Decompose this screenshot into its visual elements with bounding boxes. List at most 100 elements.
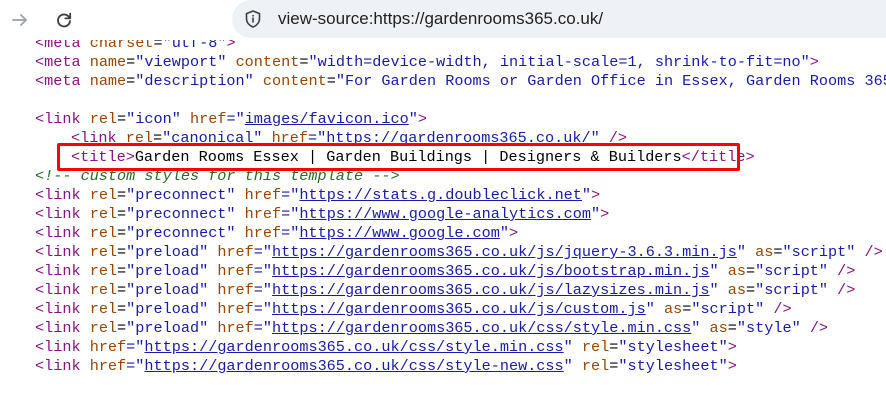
eq-token: = [117,205,127,223]
value-token: "width=device-width, initial-scale=1, sh… [308,53,810,71]
eq-token: =" [281,205,300,223]
tag-close: /> [764,300,792,318]
source-link[interactable]: https://gardenrooms365.co.uk/js/bootstra… [272,262,709,280]
attr-token: rel [89,205,118,223]
source-line: <link rel="preload" href="https://garden… [35,319,828,338]
tag-token: <meta [35,53,81,71]
source-line: <meta name="description" content="For Ga… [35,72,886,91]
tag-token: <link [35,300,81,318]
source-line: <link rel="icon" href="images/favicon.ic… [35,110,427,129]
value-token: "script" [755,262,829,280]
source-link[interactable]: https://gardenrooms365.co.uk/js/custom.j… [272,300,646,318]
tag-close: > [809,53,819,71]
source-link[interactable]: https://gardenrooms365.co.uk/css/style-n… [144,357,563,375]
eq-token: =" [226,110,245,128]
source-line: <link rel="preconnect" href="https://www… [35,205,609,224]
attr-token: content [262,72,327,90]
eq-token: = [682,300,692,318]
value-token: "icon" [126,110,181,128]
source-line: <link rel="preload" href="https://garden… [35,300,792,319]
forward-button[interactable] [4,4,36,36]
source-line: <link rel="preload" href="https://garden… [35,281,855,300]
source-link[interactable]: https://gardenrooms365.co.uk/css/style.m… [272,319,691,337]
source-line: <meta charset="utf-8"> [35,40,236,53]
source-link[interactable]: https://www.google-analytics.com [299,205,591,223]
tag-close: /> [800,319,829,337]
source-link[interactable]: https://gardenrooms365.co.uk/css/style.m… [144,338,563,356]
eq-token: = [117,224,127,242]
attr-token: rel [89,224,118,242]
attr-token: content [235,53,300,71]
tag-token: <meta [35,72,81,90]
value-token: "For Garden Rooms or Garden Office in Es… [335,72,886,90]
url-text[interactable]: view-source:https://gardenrooms365.co.uk… [278,9,603,29]
tag-token: <link [35,186,81,204]
tag-close: /> [828,262,856,280]
attr-token: href [244,186,282,204]
quote-token: " [591,205,601,223]
eq-token: = [117,262,127,280]
quote-token: " [408,110,418,128]
title-highlight-box [57,143,740,171]
eq-token: =" [253,319,273,337]
quote-token: " [499,224,510,242]
eq-token: = [117,281,127,299]
shield-info-icon[interactable] [242,8,264,30]
attr-token: href [244,205,282,223]
eq-token: = [117,319,127,337]
eq-token: =" [253,243,273,261]
quote-token: " [563,357,573,375]
tag-token: <link [35,281,81,299]
source-link[interactable]: https://stats.g.doubleclick.net [299,186,582,204]
value-token: "script" [782,243,856,261]
source-line: <link href="https://gardenrooms365.co.uk… [35,357,737,376]
attr-token: href [217,300,254,318]
value-token: "preload" [126,281,209,299]
address-bar[interactable]: view-source:https://gardenrooms365.co.uk… [232,0,886,38]
tag-token: <link [35,243,81,261]
value-token: "utf-8" [162,40,227,52]
reload-button[interactable] [48,4,80,36]
attr-token: rel [89,300,118,318]
tag-close: > [226,40,236,52]
source-link[interactable]: https://gardenrooms365.co.uk/js/lazysize… [272,281,709,299]
tag-close: /> [828,281,856,299]
value-token: "preload" [126,300,209,318]
eq-token: = [153,40,163,52]
quote-token: " [563,338,573,356]
attr-token: href [244,224,282,242]
eq-token: =" [126,338,145,356]
attr-token: charset [89,40,154,52]
tag-close: > [727,357,737,375]
attr-token: as [727,262,746,280]
source-link[interactable]: https://gardenrooms365.co.uk/js/jquery-3… [272,243,737,261]
eq-token: = [746,281,756,299]
tag-token: <link [35,338,81,356]
source-link[interactable]: https://www.google.com [299,224,500,242]
tag-token: <link [35,319,81,337]
attr-token: rel [89,110,118,128]
eq-token: = [117,300,127,318]
eq-token: = [727,319,737,337]
attr-token: rel [89,243,118,261]
eq-token: = [326,72,336,90]
source-link[interactable]: images/favicon.ico [245,110,409,128]
eq-token: =" [126,357,145,375]
value-token: "preconnect" [126,205,236,223]
value-token: "preconnect" [126,186,236,204]
tag-close: > [591,186,601,204]
source-line: <meta name="viewport" content="width=dev… [35,53,819,72]
eq-token: =" [281,186,300,204]
browser-toolbar: view-source:https://gardenrooms365.co.uk… [0,0,886,40]
eq-token: = [117,110,127,128]
tag-token: <link [35,357,81,375]
tag-close: > [600,205,610,223]
eq-token: = [126,72,136,90]
quote-token: " [736,243,746,261]
value-token: "preconnect" [126,224,236,242]
attr-token: href [217,243,254,261]
tag-close: > [417,110,427,128]
attr-token: as [755,243,774,261]
eq-token: = [117,243,127,261]
source-line: <link href="https://gardenrooms365.co.uk… [35,338,737,357]
